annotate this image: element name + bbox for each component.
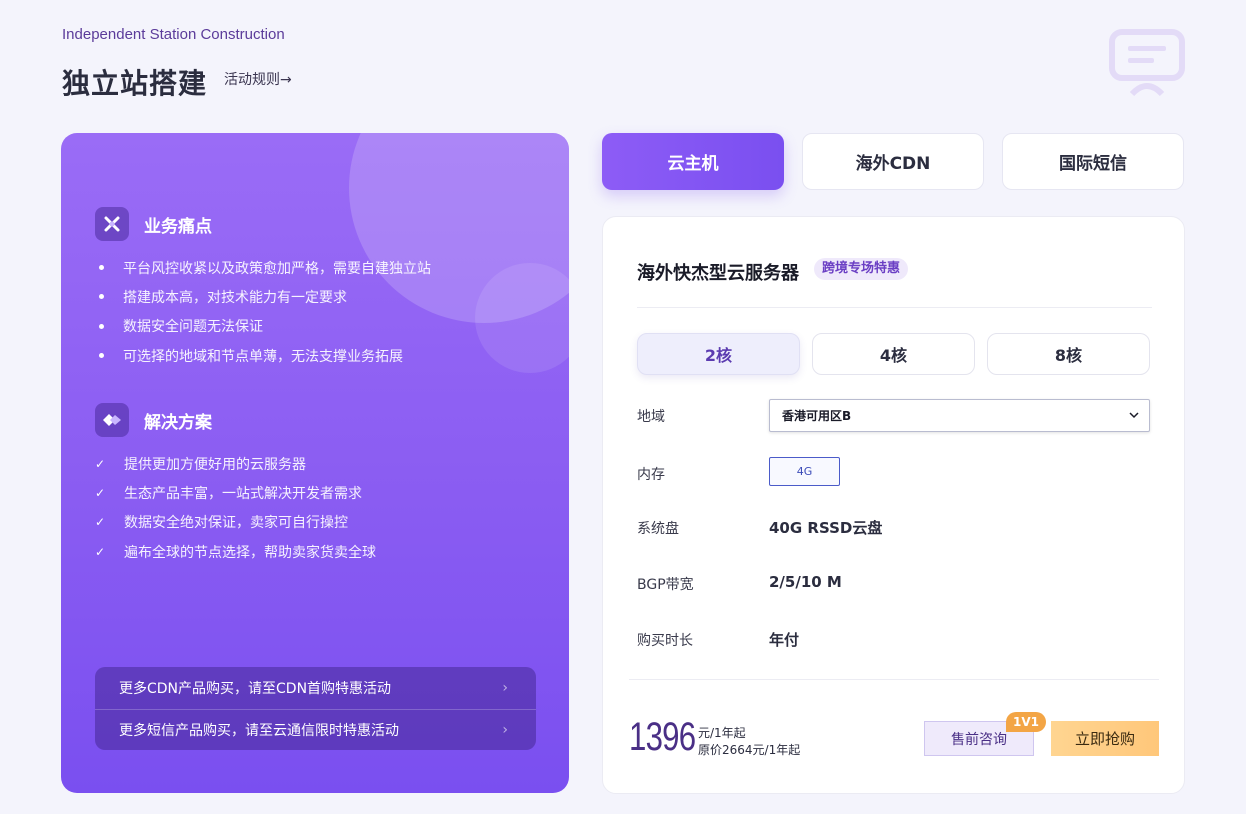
promo-links: 更多CDN产品购买，请至CDN首购特惠活动 › 更多短信产品购买，请至云通信限时… <box>95 667 536 750</box>
check-icon: ✓ <box>95 515 106 530</box>
diamond-arrows-icon <box>95 403 129 437</box>
solution-section-header: 解决方案 <box>95 403 212 437</box>
solution-title: 解决方案 <box>144 412 212 433</box>
check-icon: ✓ <box>95 485 106 500</box>
check-icon: ✓ <box>95 456 106 471</box>
pain-item: 搭建成本高，对技术能力有一定要求 <box>95 282 431 311</box>
divider <box>629 679 1159 680</box>
check-icon: ✓ <box>95 544 106 559</box>
sms-promo-link[interactable]: 更多短信产品购买，请至云通信限时特惠活动 › <box>95 708 536 751</box>
pain-solution-card: 业务痛点 平台风控收紧以及政策愈加严格，需要自建独立站 搭建成本高，对技术能力有… <box>61 133 569 793</box>
tab-international-sms[interactable]: 国际短信 <box>1002 133 1184 190</box>
disk-value: 40G RSSD云盘 <box>769 519 883 537</box>
product-card: 海外快杰型云服务器 跨境专场特惠 2核 4核 8核 地域 香港可用区B 内存 4… <box>602 216 1185 794</box>
bullet-icon <box>99 323 104 329</box>
solution-item: ✓ 生态产品丰富，一站式解决开发者需求 <box>95 485 362 502</box>
pain-section-header: 业务痛点 <box>95 207 212 241</box>
duration-value: 年付 <box>769 631 800 649</box>
chat-icon <box>1108 28 1186 104</box>
chevron-right-icon: › <box>502 721 508 738</box>
buy-now-button[interactable]: 立即抢购 <box>1051 721 1159 756</box>
tab-cloud-host[interactable]: 云主机 <box>602 133 784 190</box>
solution-item: ✓ 数据安全绝对保证，卖家可自行操控 <box>95 515 348 532</box>
pain-item: 可选择的地域和节点单薄，无法支撑业务拓展 <box>95 341 431 370</box>
rules-link[interactable]: 活动规则→ <box>224 69 292 89</box>
solution-item: ✓ 遍布全球的节点选择，帮助卖家货卖全球 <box>95 544 376 561</box>
memory-option[interactable]: 4G <box>769 457 840 486</box>
bullet-icon <box>99 353 104 359</box>
page-title: 独立站搭建 <box>62 67 208 100</box>
chevron-right-icon: › <box>502 679 508 696</box>
tab-overseas-cdn[interactable]: 海外CDN <box>802 133 984 190</box>
cross-sparkle-icon <box>95 207 129 241</box>
bullet-icon <box>99 265 104 271</box>
pain-list: 平台风控收紧以及政策愈加严格，需要自建独立站 搭建成本高，对技术能力有一定要求 … <box>95 253 431 370</box>
bullet-icon <box>99 294 104 300</box>
divider <box>637 307 1152 308</box>
price-amount: 1396 <box>629 715 696 759</box>
memory-label: 内存 <box>637 467 665 483</box>
region-select[interactable]: 香港可用区B <box>769 399 1150 432</box>
chevron-down-icon <box>1129 412 1139 419</box>
pain-item: 数据安全问题无法保证 <box>95 312 431 341</box>
core-option-4[interactable]: 4核 <box>812 333 975 375</box>
pain-item: 平台风控收紧以及政策愈加严格，需要自建独立站 <box>95 253 431 282</box>
product-tag: 跨境专场特惠 <box>814 258 909 280</box>
pain-title: 业务痛点 <box>144 216 212 237</box>
one-on-one-badge: 1V1 <box>1006 712 1046 732</box>
bandwidth-value: 2/5/10 M <box>769 573 842 591</box>
price-unit: 元/1年起 <box>698 726 746 740</box>
region-label: 地域 <box>637 409 665 425</box>
cdn-promo-link[interactable]: 更多CDN产品购买，请至CDN首购特惠活动 › <box>95 667 536 709</box>
page-eyebrow: Independent Station Construction <box>62 26 285 43</box>
solution-item: ✓ 提供更加方便好用的云服务器 <box>95 456 306 473</box>
decor-circle-small <box>475 263 569 373</box>
disk-label: 系统盘 <box>637 521 679 537</box>
core-option-8[interactable]: 8核 <box>987 333 1150 375</box>
duration-label: 购买时长 <box>637 633 693 649</box>
solution-list: ✓ 提供更加方便好用的云服务器 ✓ 生态产品丰富，一站式解决开发者需求 ✓ 数据安全绝… <box>95 449 376 566</box>
original-price: 原价2664元/1年起 <box>698 743 801 757</box>
core-option-2[interactable]: 2核 <box>637 333 800 375</box>
bandwidth-label: BGP带宽 <box>637 577 694 593</box>
product-title: 海外快杰型云服务器 <box>637 263 799 284</box>
